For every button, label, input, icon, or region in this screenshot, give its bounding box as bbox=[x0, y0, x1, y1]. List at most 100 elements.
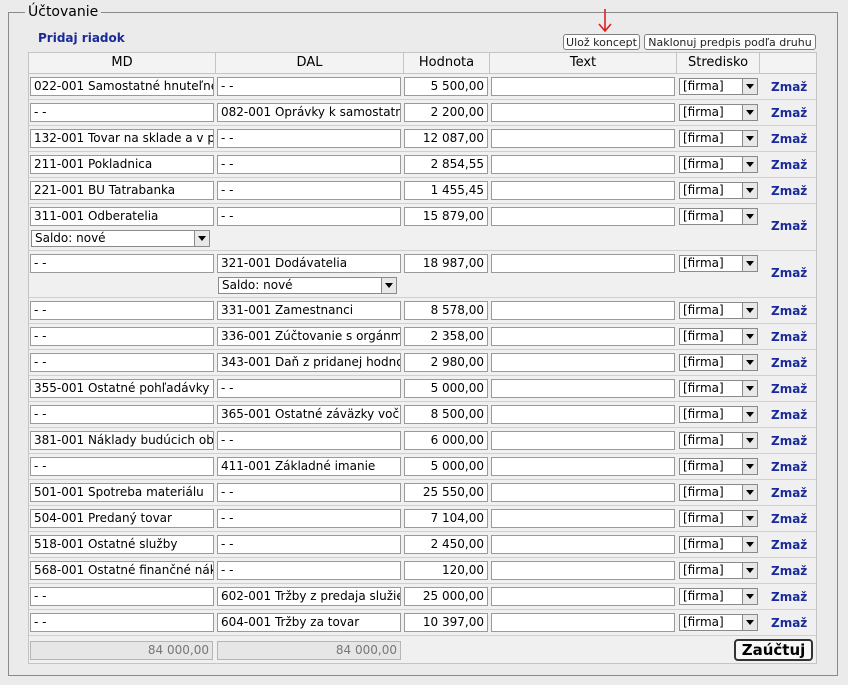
md-account-field[interactable]: - - bbox=[30, 327, 214, 346]
value-field[interactable]: 6 000,00 bbox=[404, 431, 488, 450]
value-field[interactable]: 8 578,00 bbox=[404, 301, 488, 320]
center-select[interactable]: [firma] bbox=[679, 255, 758, 272]
center-select[interactable]: [firma] bbox=[679, 78, 758, 95]
value-field[interactable]: 2 450,00 bbox=[404, 535, 488, 554]
text-field[interactable] bbox=[491, 155, 675, 174]
md-account-field[interactable]: 221-001 BU Tatrabanka bbox=[30, 181, 214, 200]
value-field[interactable]: 2 358,00 bbox=[404, 327, 488, 346]
text-field[interactable] bbox=[491, 207, 675, 226]
delete-row-link[interactable]: Zmaž bbox=[771, 512, 807, 526]
center-select[interactable]: [firma] bbox=[679, 458, 758, 475]
delete-row-link[interactable]: Zmaž bbox=[771, 460, 807, 474]
md-account-field[interactable]: - - bbox=[30, 103, 214, 122]
text-field[interactable] bbox=[491, 509, 675, 528]
delete-row-link[interactable]: Zmaž bbox=[771, 382, 807, 396]
delete-row-link[interactable]: Zmaž bbox=[771, 356, 807, 370]
dal-account-field[interactable]: 082-001 Oprávky k samostatným bbox=[217, 103, 401, 122]
value-field[interactable]: 1 455,45 bbox=[404, 181, 488, 200]
delete-row-link[interactable]: Zmaž bbox=[771, 304, 807, 318]
md-account-field[interactable]: 501-001 Spotreba materiálu bbox=[30, 483, 214, 502]
md-account-field[interactable]: 381-001 Náklady budúcich období bbox=[30, 431, 214, 450]
dal-account-field[interactable]: - - bbox=[217, 509, 401, 528]
text-field[interactable] bbox=[491, 561, 675, 580]
delete-row-link[interactable]: Zmaž bbox=[771, 219, 807, 233]
value-field[interactable]: 25 550,00 bbox=[404, 483, 488, 502]
center-select[interactable]: [firma] bbox=[679, 182, 758, 199]
center-select[interactable]: [firma] bbox=[679, 104, 758, 121]
dal-account-field[interactable]: - - bbox=[217, 155, 401, 174]
delete-row-link[interactable]: Zmaž bbox=[771, 184, 807, 198]
saldo-md-select[interactable]: Saldo: nové bbox=[31, 230, 210, 247]
value-field[interactable]: 5 000,00 bbox=[404, 379, 488, 398]
delete-row-link[interactable]: Zmaž bbox=[771, 590, 807, 604]
dal-account-field[interactable]: - - bbox=[217, 379, 401, 398]
center-select[interactable]: [firma] bbox=[679, 302, 758, 319]
delete-row-link[interactable]: Zmaž bbox=[771, 616, 807, 630]
text-field[interactable] bbox=[491, 379, 675, 398]
center-select[interactable]: [firma] bbox=[679, 130, 758, 147]
dal-account-field[interactable]: - - bbox=[217, 561, 401, 580]
dal-account-field[interactable]: 331-001 Zamestnanci bbox=[217, 301, 401, 320]
delete-row-link[interactable]: Zmaž bbox=[771, 132, 807, 146]
md-account-field[interactable]: 132-001 Tovar na sklade a v predajniach bbox=[30, 129, 214, 148]
center-select[interactable]: [firma] bbox=[679, 614, 758, 631]
text-field[interactable] bbox=[491, 405, 675, 424]
value-field[interactable]: 12 087,00 bbox=[404, 129, 488, 148]
md-account-field[interactable]: - - bbox=[30, 457, 214, 476]
center-select[interactable]: [firma] bbox=[679, 406, 758, 423]
dal-account-field[interactable]: - - bbox=[217, 483, 401, 502]
dal-account-field[interactable]: 604-001 Tržby za tovar bbox=[217, 613, 401, 632]
text-field[interactable] bbox=[491, 613, 675, 632]
dal-account-field[interactable]: 365-001 Ostatné záväzky voči spoločníkom bbox=[217, 405, 401, 424]
center-select[interactable]: [firma] bbox=[679, 156, 758, 173]
dal-account-field[interactable]: - - bbox=[217, 129, 401, 148]
text-field[interactable] bbox=[491, 353, 675, 372]
text-field[interactable] bbox=[491, 77, 675, 96]
md-account-field[interactable]: 568-001 Ostatné finančné náklady bbox=[30, 561, 214, 580]
dal-account-field[interactable]: - - bbox=[217, 181, 401, 200]
value-field[interactable]: 120,00 bbox=[404, 561, 488, 580]
value-field[interactable]: 5 000,00 bbox=[404, 457, 488, 476]
post-entries-button[interactable]: Zaúčtuj bbox=[734, 639, 813, 661]
delete-row-link[interactable]: Zmaž bbox=[771, 106, 807, 120]
md-account-field[interactable]: - - bbox=[30, 587, 214, 606]
add-row-link[interactable]: Pridaj riadok bbox=[38, 31, 125, 45]
md-account-field[interactable]: - - bbox=[30, 301, 214, 320]
text-field[interactable] bbox=[491, 327, 675, 346]
md-account-field[interactable]: 504-001 Predaný tovar bbox=[30, 509, 214, 528]
center-select[interactable]: [firma] bbox=[679, 562, 758, 579]
dal-account-field[interactable]: - - bbox=[217, 431, 401, 450]
text-field[interactable] bbox=[491, 535, 675, 554]
text-field[interactable] bbox=[491, 457, 675, 476]
md-account-field[interactable]: - - bbox=[30, 353, 214, 372]
dal-account-field[interactable]: 343-001 Daň z pridanej hodnoty bbox=[217, 353, 401, 372]
saldo-dal-select[interactable]: Saldo: nové bbox=[218, 277, 397, 294]
center-select[interactable]: [firma] bbox=[679, 328, 758, 345]
delete-row-link[interactable]: Zmaž bbox=[771, 538, 807, 552]
delete-row-link[interactable]: Zmaž bbox=[771, 486, 807, 500]
value-field[interactable]: 25 000,00 bbox=[404, 587, 488, 606]
delete-row-link[interactable]: Zmaž bbox=[771, 408, 807, 422]
text-field[interactable] bbox=[491, 254, 675, 273]
value-field[interactable]: 2 854,55 bbox=[404, 155, 488, 174]
text-field[interactable] bbox=[491, 483, 675, 502]
center-select[interactable]: [firma] bbox=[679, 536, 758, 553]
center-select[interactable]: [firma] bbox=[679, 380, 758, 397]
text-field[interactable] bbox=[491, 129, 675, 148]
md-account-field[interactable]: 022-001 Samostatné hnuteľné veci bbox=[30, 77, 214, 96]
dal-account-field[interactable]: - - bbox=[217, 535, 401, 554]
delete-row-link[interactable]: Zmaž bbox=[771, 434, 807, 448]
center-select[interactable]: [firma] bbox=[679, 484, 758, 501]
delete-row-link[interactable]: Zmaž bbox=[771, 266, 807, 280]
delete-row-link[interactable]: Zmaž bbox=[771, 80, 807, 94]
md-account-field[interactable]: - - bbox=[30, 254, 214, 273]
text-field[interactable] bbox=[491, 301, 675, 320]
delete-row-link[interactable]: Zmaž bbox=[771, 564, 807, 578]
text-field[interactable] bbox=[491, 103, 675, 122]
dal-account-field[interactable]: 602-001 Tržby z predaja služieb bbox=[217, 587, 401, 606]
center-select[interactable]: [firma] bbox=[679, 354, 758, 371]
text-field[interactable] bbox=[491, 181, 675, 200]
dal-account-field[interactable]: 321-001 Dodávatelia bbox=[217, 254, 401, 273]
save-draft-button[interactable]: Ulož koncept bbox=[563, 34, 640, 50]
dal-account-field[interactable]: - - bbox=[217, 77, 401, 96]
